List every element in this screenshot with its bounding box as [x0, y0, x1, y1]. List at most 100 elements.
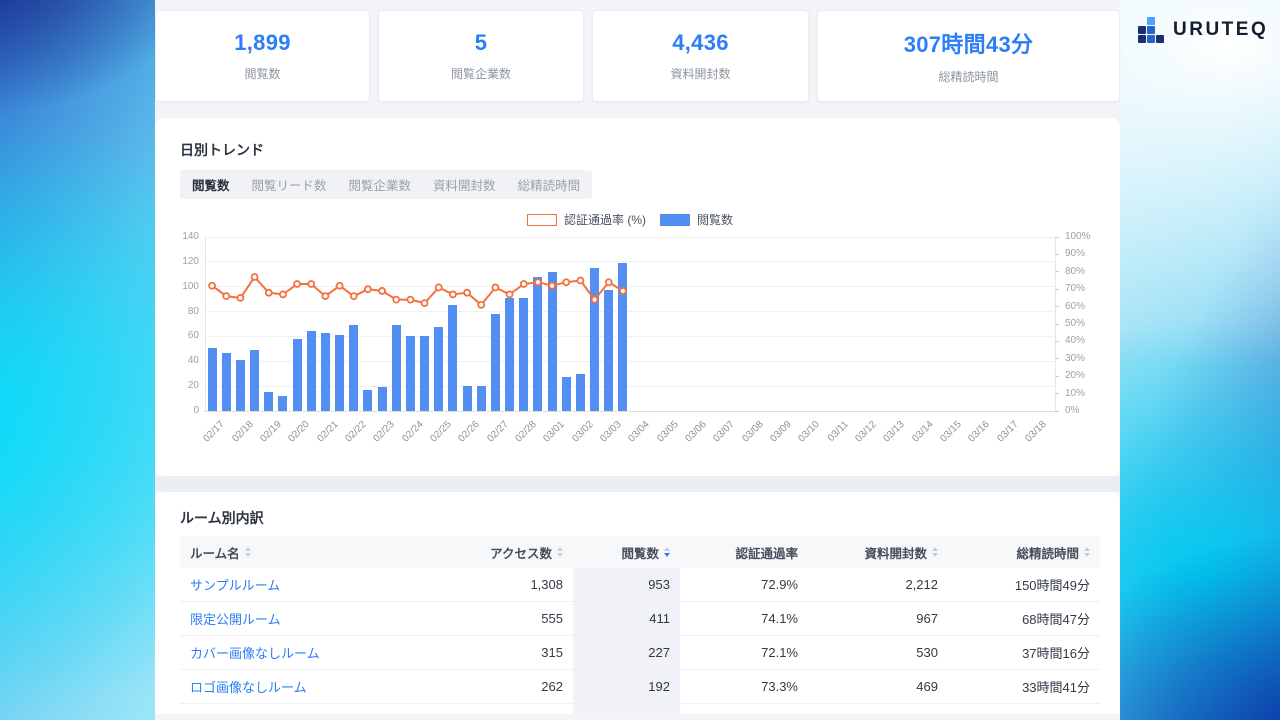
brand-name: URUTEQ — [1173, 19, 1268, 41]
tab-read-time[interactable]: 総精読時間 — [518, 175, 581, 194]
legend-label: 閲覧数 — [697, 211, 733, 228]
line-point — [535, 279, 541, 285]
legend-item-views: 閲覧数 — [660, 211, 733, 228]
right-axis-tick — [1055, 411, 1059, 412]
left-axis-tick-label: 40 — [159, 355, 199, 366]
sort-icon[interactable] — [245, 547, 251, 557]
col-header-label: 総精読時間 — [1016, 543, 1079, 562]
stat-card-read-time: 307時間43分 総精読時間 — [817, 10, 1120, 102]
line-point — [223, 293, 229, 299]
col-header-label: ルーム名 — [190, 543, 240, 562]
line-point — [620, 288, 626, 294]
stat-value: 1,899 — [234, 30, 291, 56]
section-separator — [155, 476, 1120, 492]
col-header-label: 閲覧数 — [621, 543, 659, 562]
sort-icon[interactable] — [1084, 547, 1090, 557]
right-axis-tick-label: 20% — [1065, 370, 1105, 381]
room-breakdown-title: ルーム別内訳 — [180, 508, 264, 528]
line-point — [563, 279, 569, 285]
chart-legend: 認証通過率 (%) 閲覧数 — [205, 211, 1055, 228]
right-axis-tick — [1055, 289, 1059, 290]
line-series-swatch-icon — [527, 214, 557, 226]
right-axis-tick-label: 30% — [1065, 353, 1105, 364]
line-point — [337, 283, 343, 289]
right-axis-tick — [1055, 376, 1059, 377]
legend-label: 認証通過率 (%) — [564, 211, 646, 228]
rooms-table: ルーム名 アクセス数 閲覧数 認証通過率 資料開封数 — [180, 536, 1100, 704]
line-point — [266, 290, 272, 296]
left-axis-tick-label: 120 — [159, 256, 199, 267]
room-link[interactable]: ロゴ画像なしルーム — [190, 677, 307, 696]
line-point — [478, 302, 484, 308]
cell-auth-rate: 72.9% — [680, 577, 808, 592]
right-axis-tick — [1055, 254, 1059, 255]
tab-doc-opens[interactable]: 資料開封数 — [433, 175, 496, 194]
bar-series-swatch-icon — [660, 214, 690, 226]
col-header-auth-rate[interactable]: 認証通過率 — [680, 543, 808, 562]
left-axis-tick-label: 100 — [159, 281, 199, 292]
table-header-row: ルーム名 アクセス数 閲覧数 認証通過率 資料開封数 — [180, 536, 1100, 568]
room-link[interactable]: カバー画像なしルーム — [190, 643, 320, 662]
stat-value: 4,436 — [672, 30, 729, 56]
line-point — [252, 274, 258, 280]
trend-metric-tabs: 閲覧数 閲覧リード数 閲覧企業数 資料開封数 総精読時間 — [180, 170, 592, 199]
line-point — [592, 297, 598, 303]
stat-card-views: 1,899 閲覧数 — [155, 10, 370, 102]
line-point — [308, 281, 314, 287]
stat-card-doc-opens: 4,436 資料開封数 — [592, 10, 809, 102]
right-axis-tick — [1055, 358, 1059, 359]
daily-trend-title: 日別トレンド — [180, 140, 264, 160]
line-point — [422, 300, 428, 306]
cell-doc-opens: 469 — [808, 679, 948, 694]
col-header-read-time[interactable]: 総精読時間 — [948, 543, 1100, 562]
sort-icon-active-desc[interactable] — [664, 547, 670, 557]
col-header-access[interactable]: アクセス数 — [430, 543, 573, 562]
col-header-doc-opens[interactable]: 資料開封数 — [808, 543, 948, 562]
line-point — [436, 284, 442, 290]
tab-views[interactable]: 閲覧数 — [192, 175, 230, 194]
left-axis-tick-label: 80 — [159, 306, 199, 317]
tab-leads[interactable]: 閲覧リード数 — [252, 175, 327, 194]
legend-item-auth-rate: 認証通過率 (%) — [527, 211, 646, 228]
cell-views: 953 — [573, 577, 680, 592]
stat-value: 5 — [475, 30, 488, 56]
line-point — [549, 283, 555, 289]
col-header-label: 資料開封数 — [864, 543, 927, 562]
line-point — [322, 293, 328, 299]
stat-label: 資料開封数 — [670, 65, 730, 82]
right-axis-tick-label: 40% — [1065, 335, 1105, 346]
table-row: カバー画像なしルーム 315 227 72.1% 530 37時間16分 — [180, 636, 1100, 670]
table-row: ロゴ画像なしルーム 262 192 73.3% 469 33時間41分 — [180, 670, 1100, 704]
sort-icon[interactable] — [557, 547, 563, 557]
line-point — [209, 283, 215, 289]
cell-access: 262 — [430, 679, 573, 694]
table-row: サンプルルーム 1,308 953 72.9% 2,212 150時間49分 — [180, 568, 1100, 602]
right-axis-tick-label: 80% — [1065, 266, 1105, 277]
sort-icon[interactable] — [932, 547, 938, 557]
cell-read-time: 68時間47分 — [948, 609, 1100, 628]
line-point — [521, 281, 527, 287]
room-link[interactable]: サンプルルーム — [190, 575, 280, 594]
stat-cards-row: 1,899 閲覧数 5 閲覧企業数 4,436 資料開封数 307時間43分 総… — [155, 10, 1120, 102]
left-axis-tick-label: 0 — [159, 405, 199, 416]
stat-value: 307時間43分 — [904, 27, 1034, 59]
col-header-label: アクセス数 — [490, 543, 552, 562]
right-axis-tick — [1055, 341, 1059, 342]
col-header-views[interactable]: 閲覧数 — [573, 543, 680, 562]
cell-read-time: 33時間41分 — [948, 677, 1100, 696]
line-point — [351, 293, 357, 299]
line-point — [492, 284, 498, 290]
tab-companies[interactable]: 閲覧企業数 — [349, 175, 412, 194]
left-axis-tick-label: 20 — [159, 380, 199, 391]
line-point — [365, 286, 371, 292]
line-point — [450, 291, 456, 297]
col-header-label: 認証通過率 — [735, 543, 798, 562]
content-column: 1,899 閲覧数 5 閲覧企業数 4,436 資料開封数 307時間43分 総… — [155, 0, 1120, 720]
combo-chart-plot: 0204060801001201400%10%20%30%40%50%60%70… — [205, 237, 1055, 411]
line-point — [237, 295, 243, 301]
left-axis-tick-label: 140 — [159, 231, 199, 242]
col-header-room-name[interactable]: ルーム名 — [180, 543, 430, 562]
room-link[interactable]: 限定公開ルーム — [190, 609, 281, 628]
cell-access: 1,308 — [430, 577, 573, 592]
cell-read-time: 37時間16分 — [948, 643, 1100, 662]
